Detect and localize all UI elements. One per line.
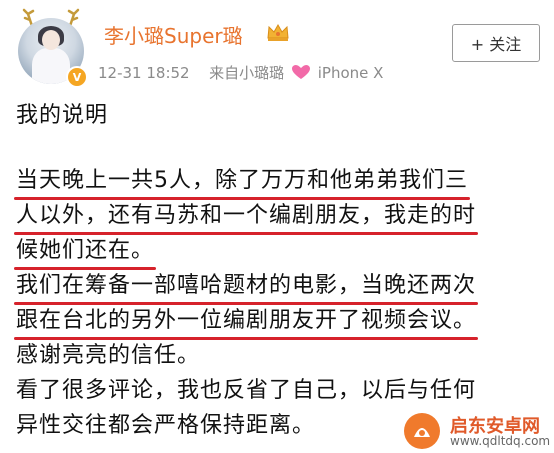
username[interactable]: 李小璐Super璐: [104, 20, 243, 49]
underlined-text: 当天晚上一共5人，除了万万和他弟弟我们三: [14, 163, 470, 200]
underlined-text: 人以外，还有马苏和一个编剧朋友，我走的时: [13, 198, 479, 235]
verified-badge: V: [66, 66, 88, 88]
post-body: 我的说明 当天晚上一共5人，除了万万和他弟弟我们三 人以外，还有马苏和一个编剧朋…: [13, 98, 546, 443]
text-line-5: 跟在台北的另外一位编剧朋友开了视频会议。: [13, 303, 546, 340]
post-heading: 我的说明: [16, 98, 546, 133]
underlined-text: 跟在台北的另外一位编剧朋友开了视频会议。: [13, 303, 479, 340]
text-line-6: 感谢亮亮的信任。: [16, 338, 546, 373]
underlined-text: 候她们还在。: [13, 233, 157, 270]
post-meta: 12-31 18:52 来自小璐璐 iPhone X: [98, 62, 383, 83]
text-line-7: 看了很多评论，我也反省了自己，以后与任何: [16, 373, 546, 408]
text-line-1: 当天晚上一共5人，除了万万和他弟弟我们三: [14, 163, 546, 200]
heart-icon: [291, 65, 310, 79]
underlined-text: 我们在筹备一部嘻哈题材的电影，当晚还两次: [13, 268, 479, 305]
text-line-7-text: 看了很多评论，我也反省了自己，以后与任何: [16, 378, 477, 403]
watermark-url: www.qdltdq.com: [450, 434, 551, 448]
text-line-4: 我们在筹备一部嘻哈题材的电影，当晚还两次: [13, 268, 546, 305]
text-line-3: 候她们还在。: [13, 233, 546, 270]
watermark-logo-icon: [404, 413, 440, 449]
post-source-device[interactable]: iPhone X: [318, 64, 384, 82]
avatar[interactable]: V: [14, 8, 88, 90]
crown-icon: [267, 23, 289, 41]
follow-button-label: + 关注: [470, 35, 522, 54]
text-line-6-text: 感谢亮亮的信任。: [16, 343, 201, 368]
text-line-8-text: 异性交往都会严格保持距离。: [16, 413, 316, 438]
post-timestamp: 12-31 18:52: [98, 64, 190, 82]
post-heading-text: 我的说明: [16, 103, 109, 128]
post-source-label: 来自小璐璐: [209, 64, 285, 82]
text-line-2: 人以外，还有马苏和一个编剧朋友，我走的时: [13, 198, 546, 235]
follow-button[interactable]: + 关注: [452, 24, 540, 62]
